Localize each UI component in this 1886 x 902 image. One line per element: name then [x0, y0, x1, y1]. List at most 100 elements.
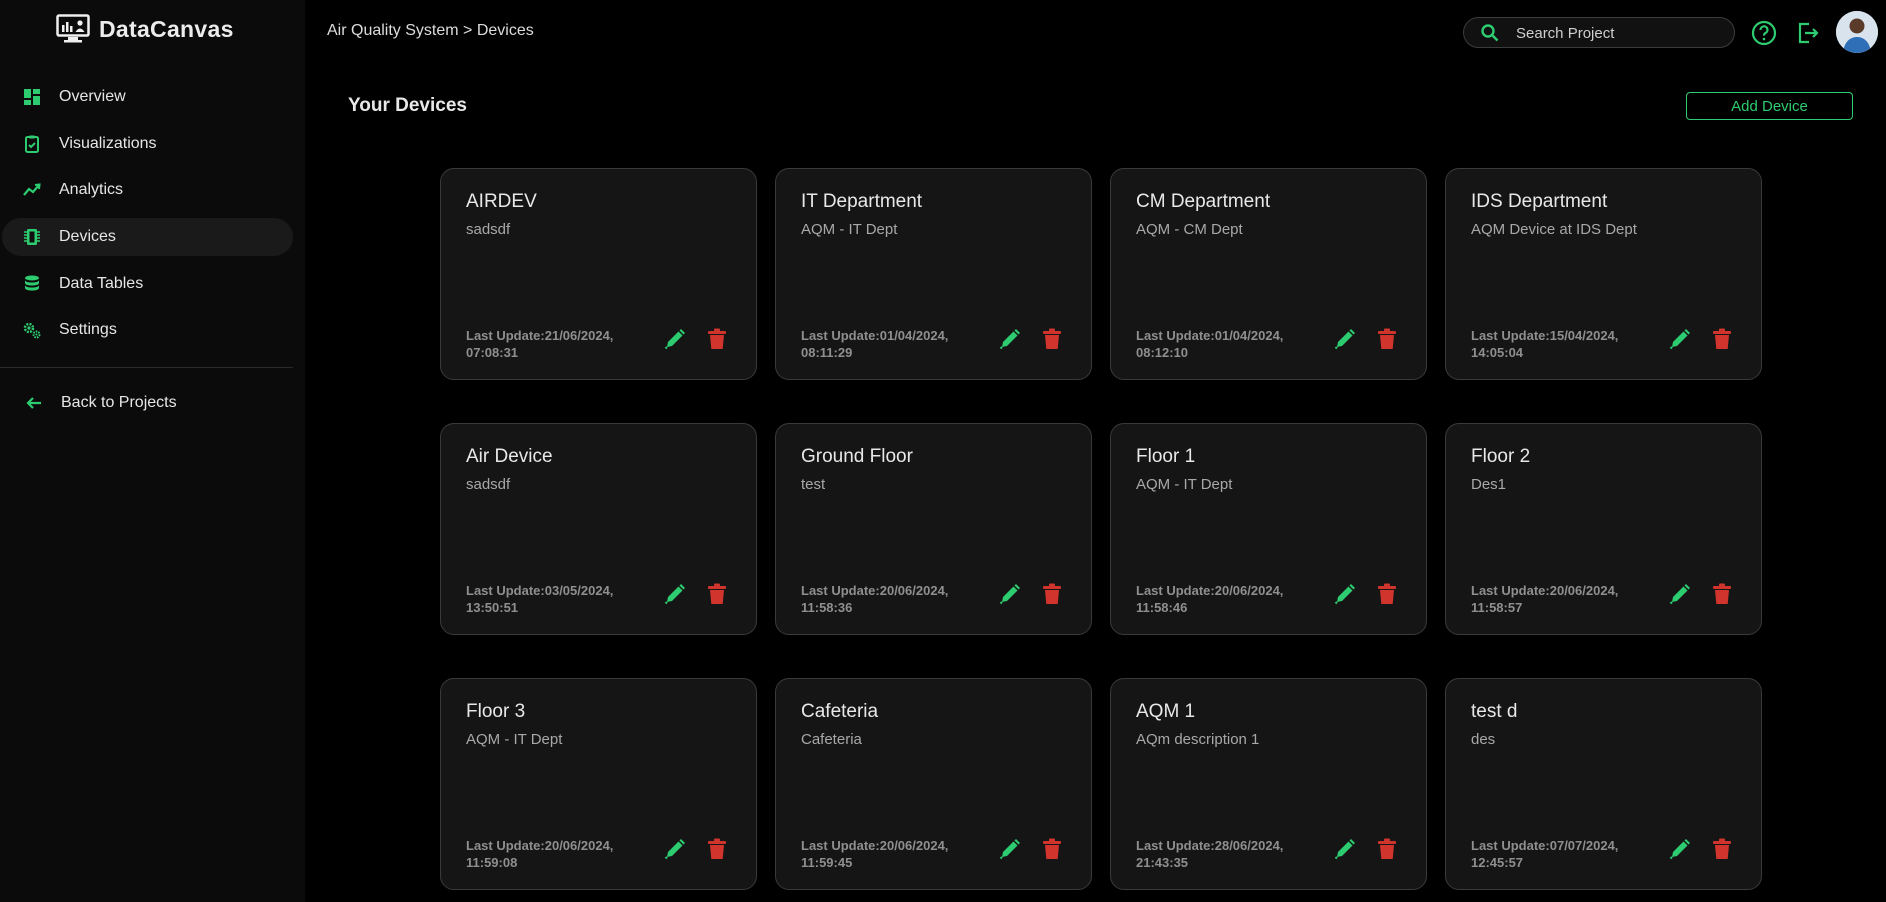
device-name: Ground Floor: [801, 446, 913, 467]
delete-icon[interactable]: [1376, 837, 1398, 861]
brand[interactable]: DataCanvas: [56, 12, 234, 46]
sidebar-item-label: Analytics: [59, 181, 124, 199]
device-card[interactable]: AIRDEV sadsdf Last Update:21/06/2024, 07…: [440, 168, 757, 380]
edit-icon[interactable]: [998, 837, 1022, 861]
device-card[interactable]: IT Department AQM - IT Dept Last Update:…: [775, 168, 1092, 380]
device-name: IDS Department: [1471, 191, 1608, 212]
device-description: AQM - IT Dept: [801, 221, 898, 238]
delete-icon[interactable]: [1041, 837, 1063, 861]
delete-icon[interactable]: [1711, 582, 1733, 606]
device-name: Floor 1: [1136, 446, 1196, 467]
delete-icon[interactable]: [1376, 582, 1398, 606]
logout-icon[interactable]: [1795, 20, 1821, 46]
breadcrumb: Air Quality System > Devices: [327, 22, 534, 39]
device-card[interactable]: Floor 1 AQM - IT Dept Last Update:20/06/…: [1110, 423, 1427, 635]
sidebar-nav: Overview Visualizations Analytics Device…: [0, 78, 293, 358]
device-name: Air Device: [466, 446, 553, 467]
back-to-projects-label: Back to Projects: [61, 394, 177, 411]
edit-icon[interactable]: [1668, 327, 1692, 351]
database-icon: [25, 275, 39, 291]
add-device-button[interactable]: Add Device: [1686, 92, 1853, 120]
edit-icon[interactable]: [998, 582, 1022, 606]
device-name: Floor 3: [466, 701, 526, 722]
device-card[interactable]: Air Device sadsdf Last Update:03/05/2024…: [440, 423, 757, 635]
device-card[interactable]: Cafeteria Cafeteria Last Update:20/06/20…: [775, 678, 1092, 890]
device-last-update: Last Update:21/06/2024, 07:08:31: [466, 328, 614, 360]
search-input[interactable]: [1514, 21, 1723, 45]
device-description: Des1: [1471, 476, 1507, 493]
device-last-update: Last Update:01/04/2024, 08:11:29: [801, 328, 949, 360]
device-card[interactable]: Floor 2 Des1 Last Update:20/06/2024, 11:…: [1445, 423, 1762, 635]
trend-icon: [23, 183, 41, 197]
device-card[interactable]: test d des Last Update:07/07/2024, 12:45…: [1445, 678, 1762, 890]
avatar[interactable]: [1836, 11, 1878, 53]
help-icon[interactable]: [1751, 20, 1777, 46]
device-name: Cafeteria: [801, 701, 879, 722]
device-last-update: Last Update:15/04/2024, 14:05:04: [1471, 328, 1619, 360]
gears-icon: [23, 323, 41, 339]
sidebar-item-label: Visualizations: [59, 134, 157, 152]
delete-icon[interactable]: [1711, 837, 1733, 861]
device-card[interactable]: IDS Department AQM Device at IDS Dept La…: [1445, 168, 1762, 380]
device-description: AQm description 1: [1136, 731, 1260, 748]
device-name: Floor 2: [1471, 446, 1531, 467]
sidebar-item-label: Overview: [59, 88, 126, 105]
user-avatar-icon: [1836, 11, 1878, 53]
device-description: AQM - CM Dept: [1136, 221, 1243, 238]
delete-icon[interactable]: [1041, 582, 1063, 606]
device-description: AQM - IT Dept: [1136, 476, 1233, 493]
device-description: sadsdf: [466, 221, 511, 238]
edit-icon[interactable]: [663, 837, 687, 861]
clipboard-icon: [25, 135, 39, 153]
edit-icon[interactable]: [1333, 327, 1357, 351]
sidebar-divider: [0, 367, 293, 368]
device-description: test: [801, 476, 826, 493]
device-description: AQM - IT Dept: [466, 731, 563, 748]
sidebar-item-analytics[interactable]: Analytics: [2, 171, 293, 209]
device-name: AIRDEV: [466, 191, 537, 212]
edit-icon[interactable]: [1668, 837, 1692, 861]
device-last-update: Last Update:28/06/2024, 21:43:35: [1136, 838, 1284, 870]
device-name: test d: [1471, 701, 1518, 722]
sidebar-item-overview[interactable]: Overview: [2, 78, 293, 116]
delete-icon[interactable]: [1711, 327, 1733, 351]
device-description: des: [1471, 731, 1496, 748]
device-name: AQM 1: [1136, 701, 1196, 722]
device-card[interactable]: AQM 1 AQm description 1 Last Update:28/0…: [1110, 678, 1427, 890]
edit-icon[interactable]: [1333, 837, 1357, 861]
device-card[interactable]: Ground Floor test Last Update:20/06/2024…: [775, 423, 1092, 635]
device-name: CM Department: [1136, 191, 1271, 212]
chip-icon: [24, 229, 40, 246]
delete-icon[interactable]: [706, 837, 728, 861]
edit-icon[interactable]: [1333, 582, 1357, 606]
edit-icon[interactable]: [1668, 582, 1692, 606]
search-icon: [1481, 24, 1499, 42]
sidebar-item-settings[interactable]: Settings: [2, 311, 293, 349]
sidebar-item-label: Devices: [59, 228, 116, 246]
delete-icon[interactable]: [706, 327, 728, 351]
device-card[interactable]: Floor 3 AQM - IT Dept Last Update:20/06/…: [440, 678, 757, 890]
back-to-projects-link[interactable]: Back to Projects: [4, 384, 295, 422]
device-last-update: Last Update:20/06/2024, 11:59:45: [801, 838, 949, 870]
delete-icon[interactable]: [706, 582, 728, 606]
sidebar-item-data-tables[interactable]: Data Tables: [2, 265, 293, 303]
monitor-logo-icon: [56, 14, 90, 43]
page-title: Your Devices: [348, 95, 467, 116]
arrow-left-icon: [26, 397, 41, 409]
sidebar-item-devices[interactable]: Devices: [2, 218, 293, 257]
sidebar-item-visualizations[interactable]: Visualizations: [2, 125, 293, 163]
device-last-update: Last Update:20/06/2024, 11:58:46: [1136, 583, 1284, 615]
device-card[interactable]: CM Department AQM - CM Dept Last Update:…: [1110, 168, 1427, 380]
sidebar-item-label: Data Tables: [59, 274, 144, 292]
dashboard-icon: [24, 89, 40, 105]
delete-icon[interactable]: [1041, 327, 1063, 351]
sidebar: DataCanvas Overview Visualizations Analy…: [0, 0, 305, 902]
edit-icon[interactable]: [998, 327, 1022, 351]
edit-icon[interactable]: [663, 582, 687, 606]
search-box: [1463, 17, 1735, 48]
device-grid: AIRDEV sadsdf Last Update:21/06/2024, 07…: [440, 168, 1762, 890]
delete-icon[interactable]: [1376, 327, 1398, 351]
device-last-update: Last Update:07/07/2024, 12:45:57: [1471, 838, 1619, 870]
edit-icon[interactable]: [663, 327, 687, 351]
device-last-update: Last Update:20/06/2024, 11:59:08: [466, 838, 614, 870]
